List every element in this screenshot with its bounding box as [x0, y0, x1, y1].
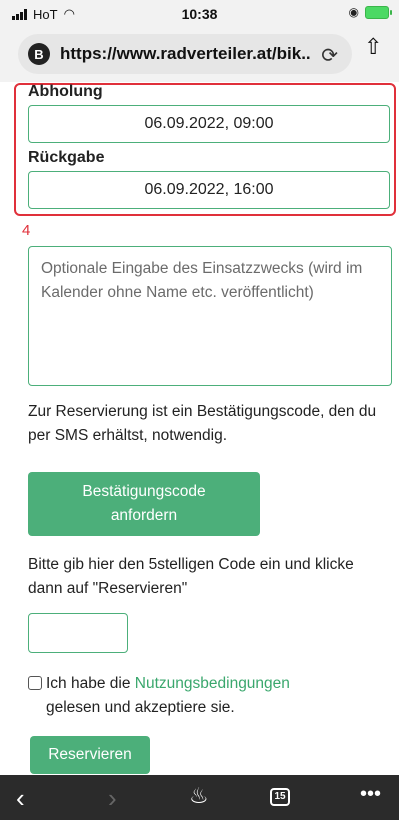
terms-suffix: gelesen und akzeptiere sie.: [46, 699, 235, 716]
status-bar: HoT ◠ 10:38 ◉: [0, 0, 399, 26]
request-code-button[interactable]: Bestätigungscode anfordern: [28, 472, 260, 536]
share-icon[interactable]: ⇧: [364, 34, 382, 60]
terms-link[interactable]: Nutzungsbedingungen: [135, 675, 290, 692]
reserve-button[interactable]: Reservieren: [30, 736, 150, 774]
code-instruction-text: Bitte gib hier den 5stelligen Code ein u…: [28, 556, 354, 597]
step-number: 4: [22, 222, 31, 239]
terms-checkbox[interactable]: [28, 676, 42, 690]
battery-charging-icon: [365, 5, 392, 19]
request-code-label: Bestätigungscode anfordern: [82, 483, 206, 524]
status-right: ◉: [348, 5, 392, 19]
pickup-datetime-field[interactable]: 06.09.2022, 09:00: [28, 105, 390, 143]
url-text[interactable]: https://www.radverteiler.at/bik...: [60, 44, 310, 64]
more-menu-icon[interactable]: •••: [360, 783, 381, 806]
clock: 10:38: [181, 6, 218, 22]
tabs-count-icon[interactable]: 15: [270, 788, 290, 806]
terms-prefix: Ich habe die: [46, 675, 131, 692]
back-icon[interactable]: ‹: [16, 783, 25, 814]
reload-icon[interactable]: ⟳: [321, 43, 338, 68]
site-favicon-icon: B: [28, 43, 50, 65]
verification-code-input[interactable]: [28, 613, 128, 653]
browser-toolbar: ‹ › ♨ 15 •••: [0, 775, 399, 820]
orientation-lock-icon: ◉: [348, 5, 359, 19]
reservation-form: Abholung 06.09.2022, 09:00 Rückgabe 06.0…: [0, 82, 399, 782]
return-label: Rückgabe: [28, 149, 105, 166]
forward-icon[interactable]: ›: [108, 783, 117, 814]
sms-info-text: Zur Reservierung ist ein Bestätigungscod…: [28, 403, 377, 444]
pickup-label: Abholung: [28, 83, 103, 100]
return-datetime-field[interactable]: 06.09.2022, 16:00: [28, 171, 390, 209]
browser-address-bar: B https://www.radverteiler.at/bik... ⟳: [0, 26, 399, 82]
purpose-textarea[interactable]: Optionale Eingabe des Einsatzzwecks (wir…: [28, 246, 392, 386]
url-field[interactable]: B https://www.radverteiler.at/bik... ⟳: [18, 34, 352, 74]
flame-icon[interactable]: ♨: [189, 783, 209, 809]
terms-text: Ich habe die Nutzungsbedingungen gelesen…: [46, 672, 376, 720]
